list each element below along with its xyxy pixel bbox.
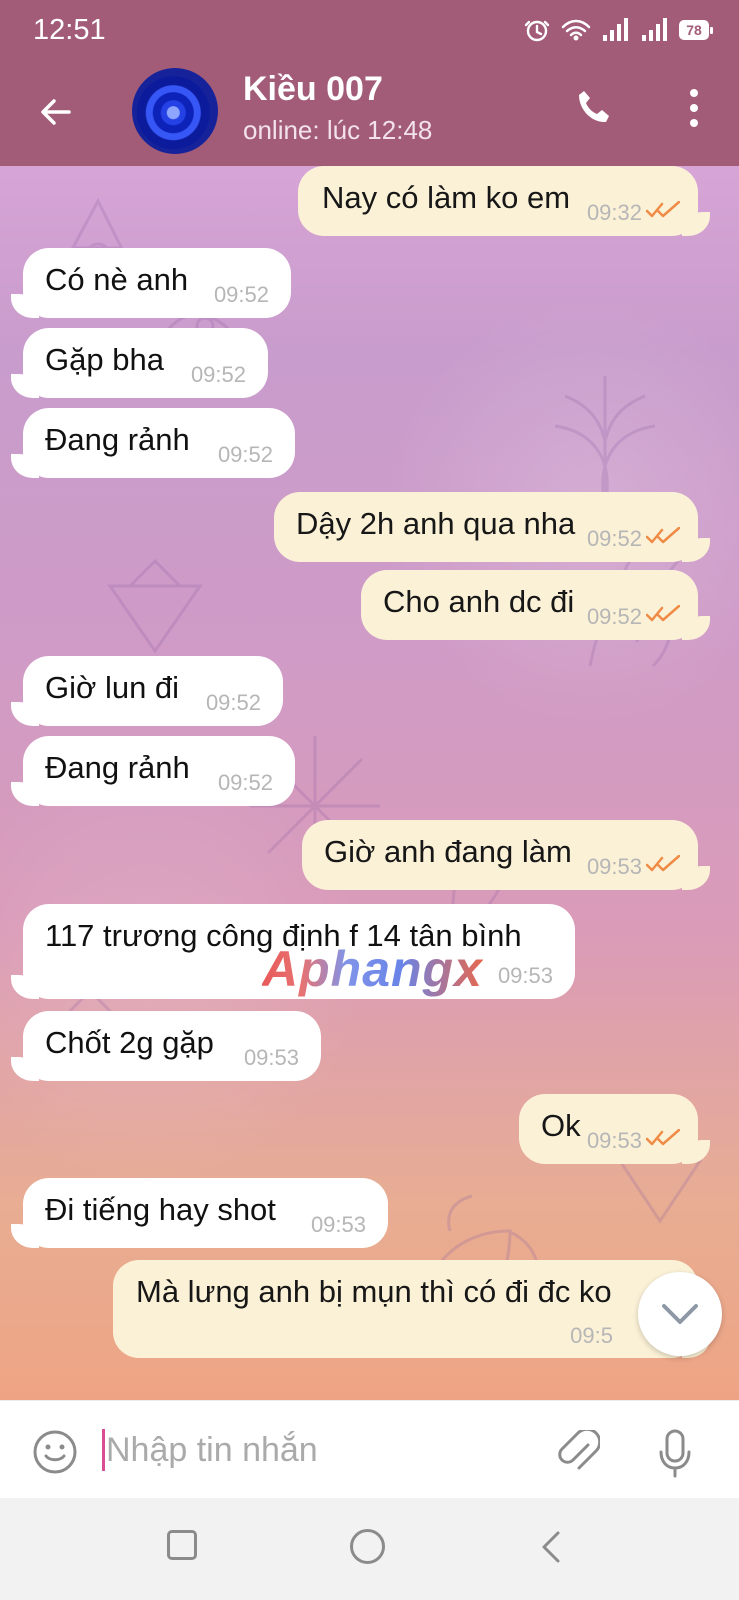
text-cursor — [102, 1429, 105, 1471]
message-time: 09:52 — [217, 769, 273, 795]
message-composer — [0, 1400, 739, 1499]
message-bubble[interactable]: Chốt 2g gặp 09:53 — [11, 1011, 321, 1081]
status-time: 12:51 — [33, 14, 106, 46]
message-time: 09:53 — [310, 1211, 366, 1237]
message-text: Đang rảnh — [45, 750, 190, 785]
double-check-icon — [646, 855, 680, 872]
message-bubble[interactable]: Giờ anh đang làm 09:53 — [302, 820, 710, 890]
paperclip-icon[interactable] — [556, 1430, 600, 1474]
status-icons: 78 — [523, 16, 713, 44]
message-text: Chốt 2g gặp — [45, 1025, 214, 1060]
message-bubble[interactable]: Giờ lun đi 09:52 — [11, 656, 283, 726]
message-time: 09:53 — [586, 1127, 642, 1153]
message-time: 09:53 — [497, 962, 553, 988]
message-bubble[interactable]: Dậy 2h anh qua nha 09:52 — [274, 492, 710, 562]
message-text: Cho anh dc đi — [383, 584, 575, 619]
message-text: Dậy 2h anh qua nha — [296, 506, 576, 541]
message-time: 09:52 — [213, 281, 269, 307]
home-button[interactable] — [350, 1529, 385, 1564]
message-time: 09:52 — [586, 603, 642, 629]
double-check-icon — [646, 527, 680, 544]
double-check-icon — [646, 1129, 680, 1146]
message-input[interactable] — [106, 1423, 526, 1477]
message-time: 09:52 — [190, 361, 246, 387]
microphone-icon[interactable] — [655, 1427, 695, 1479]
message-bubble[interactable]: Đang rảnh 09:52 — [11, 736, 295, 806]
phone-icon[interactable] — [571, 85, 615, 129]
double-check-icon — [646, 605, 680, 622]
message-time: 09:32 — [586, 199, 642, 225]
message-bubble[interactable]: Nay có làm ko em 09:32 — [298, 166, 710, 236]
scroll-to-bottom-button[interactable] — [638, 1272, 722, 1356]
message-time: 09:52 — [217, 441, 273, 467]
message-bubble[interactable]: Đi tiếng hay shot 09:53 — [11, 1178, 388, 1248]
message-bubble[interactable]: Gặp bha 09:52 — [11, 328, 268, 398]
message-text: Gặp bha — [45, 342, 164, 377]
signal-icon — [642, 18, 667, 41]
message-bubble[interactable]: Ok 09:53 — [519, 1094, 710, 1164]
contact-status: online: lúc 12:48 — [243, 115, 433, 145]
message-text: Đang rảnh — [45, 422, 190, 457]
message-time: 09:52 — [205, 689, 261, 715]
avatar[interactable] — [132, 68, 218, 154]
signal-icon — [603, 18, 628, 41]
message-bubble[interactable]: Đang rảnh 09:52 — [11, 408, 295, 478]
recent-apps-button[interactable] — [167, 1530, 197, 1560]
message-text: Đi tiếng hay shot — [45, 1192, 276, 1227]
message-time: 09:5 — [570, 1322, 613, 1348]
message-text: Có nè anh — [45, 262, 189, 297]
message-time: 09:53 — [586, 853, 642, 879]
contact-name[interactable]: Kiều 007 — [243, 70, 383, 109]
chat-history[interactable]: Nay có làm ko em 09:32 Có nè anh 09:52 G… — [0, 166, 739, 1400]
message-text: Giờ anh đang làm — [324, 834, 572, 869]
message-bubble[interactable]: Cho anh dc đi 09:52 — [361, 570, 710, 640]
message-time: 09:53 — [243, 1044, 299, 1070]
message-text: Giờ lun đi — [45, 670, 180, 705]
message-bubble[interactable]: Có nè anh 09:52 — [11, 248, 291, 318]
arrow-left-icon[interactable] — [36, 92, 76, 132]
chat-header: Kiều 007 online: lúc 12:48 — [0, 60, 739, 166]
message-text: Ok — [541, 1108, 581, 1143]
message-text: Mà lưng anh bị mụn thì có đi đc ko — [136, 1274, 612, 1309]
status-bar: 12:51 78 — [0, 0, 739, 60]
alarm-icon — [524, 20, 550, 42]
smile-icon[interactable] — [32, 1429, 78, 1475]
double-check-icon — [646, 201, 680, 218]
battery-icon: 78 — [679, 20, 713, 40]
message-bubble[interactable]: Mà lưng anh bị mụn thì có đi đc ko 09:5 — [113, 1260, 710, 1358]
watermark: Aphangx — [262, 941, 483, 997]
message-time: 09:52 — [586, 525, 642, 551]
vertical-dots-icon[interactable] — [687, 87, 701, 129]
back-icon[interactable] — [538, 1530, 564, 1564]
background-doodle — [107, 558, 203, 654]
wifi-icon — [561, 19, 591, 41]
system-navigation-bar — [0, 1498, 739, 1600]
chevron-down-icon — [662, 1304, 698, 1324]
message-text: Nay có làm ko em — [322, 180, 571, 215]
